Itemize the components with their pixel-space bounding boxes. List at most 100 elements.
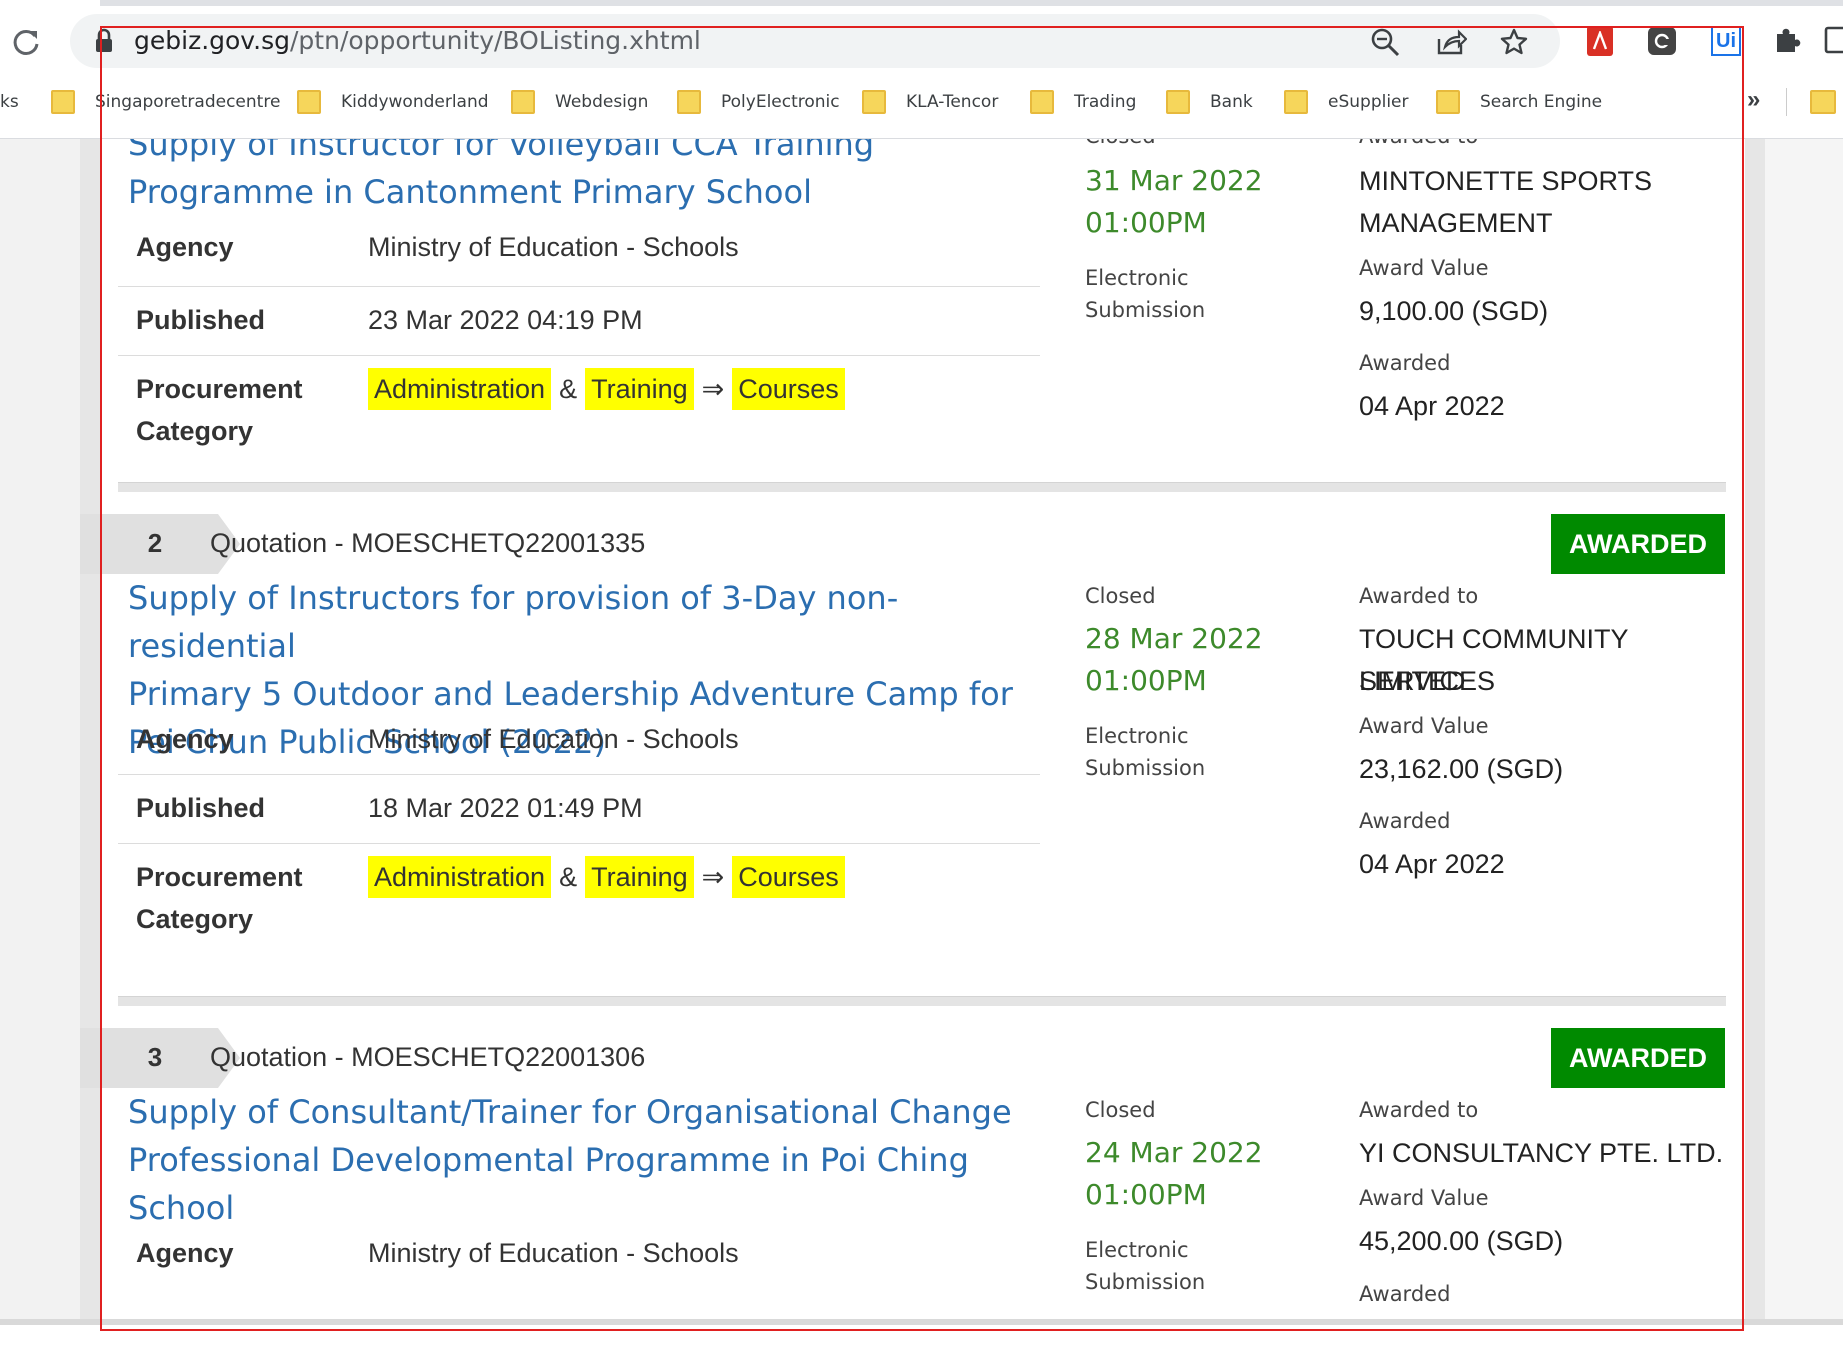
title-line: Supply of Instructor for Volleyball CCA … bbox=[128, 139, 875, 163]
awarded-to-label: Awarded to bbox=[1359, 1098, 1479, 1122]
category-tag[interactable]: Courses bbox=[732, 368, 845, 410]
bookmark-label: KLA-Tencor bbox=[906, 92, 999, 112]
bookmarks-bar: ks Singaporetradecentre Kiddywonderland … bbox=[0, 82, 1843, 122]
bookmark-trading[interactable]: Trading bbox=[1030, 86, 1136, 118]
other-bookmarks-folder-icon[interactable] bbox=[1810, 90, 1836, 114]
category-tag[interactable]: Administration bbox=[368, 856, 552, 898]
category-tag[interactable]: Training bbox=[585, 368, 694, 410]
folder-icon bbox=[51, 90, 75, 114]
address-bar[interactable]: gebiz.gov.sg/ptn/opportunity/BOListing.x… bbox=[70, 14, 1560, 68]
url-path: /ptn/opportunity/BOListing.xhtml bbox=[290, 26, 701, 55]
award-value: 23,162.00 (SGD) bbox=[1359, 754, 1564, 784]
bookmark-kiddywonderland[interactable]: Kiddywonderland bbox=[297, 86, 489, 118]
extensions-button[interactable] bbox=[1770, 22, 1806, 58]
opportunity-title-link[interactable]: Supply of Instructor for Volleyball CCA … bbox=[128, 139, 1038, 216]
zoom-button[interactable] bbox=[1369, 26, 1401, 58]
awarded-to-label: Awarded to bbox=[1359, 139, 1478, 152]
side-panel-icon bbox=[1824, 26, 1843, 54]
bookmark-singaporetradecentre[interactable]: Singaporetradecentre bbox=[51, 86, 280, 118]
awarded-date-label: Awarded bbox=[1359, 1282, 1451, 1306]
clipboard-extension-icon[interactable] bbox=[1648, 27, 1676, 55]
published-row: Published 23 Mar 2022 04:19 PM bbox=[118, 287, 1040, 356]
folder-icon bbox=[297, 90, 321, 114]
agency-row: Agency Ministry of Education - Schools bbox=[118, 706, 1040, 775]
opportunity-title-link[interactable]: Supply of Consultant/Trainer for Organis… bbox=[128, 1088, 1038, 1232]
card-divider bbox=[118, 482, 1726, 492]
published-label: Published bbox=[136, 305, 266, 335]
puzzle-icon bbox=[1777, 28, 1801, 52]
award-value: 45,200.00 (SGD) bbox=[1359, 1226, 1564, 1256]
pdf-glyph-icon bbox=[1592, 31, 1608, 50]
closed-time: 01:00PM bbox=[1085, 664, 1207, 697]
bookmarks-separator bbox=[1786, 88, 1787, 116]
bookmark-star-button[interactable] bbox=[1498, 26, 1530, 58]
share-button[interactable] bbox=[1435, 26, 1467, 58]
closed-time: 01:00PM bbox=[1085, 206, 1207, 239]
side-panel-button[interactable] bbox=[1824, 22, 1843, 58]
procurement-label-line: Procurement bbox=[136, 374, 303, 404]
agency-row: Agency Ministry of Education - Schools bbox=[118, 218, 1040, 287]
bookmark-bank[interactable]: Bank bbox=[1166, 86, 1253, 118]
right-gutter bbox=[1765, 139, 1843, 1325]
url-domain: gebiz.gov.sg bbox=[134, 26, 290, 55]
published-label: Published bbox=[136, 793, 266, 823]
submission-label-line: Submission bbox=[1085, 756, 1206, 780]
agency-value: Ministry of Education - Schools bbox=[368, 724, 739, 754]
procurement-label-line: Procurement bbox=[136, 862, 303, 892]
submission-label-line: Submission bbox=[1085, 1270, 1206, 1294]
folder-icon bbox=[1436, 90, 1460, 114]
bookmark-partial[interactable]: ks bbox=[0, 86, 19, 118]
title-line: Programme in Cantonment Primary School bbox=[128, 173, 812, 211]
category-path: Administration & Training ⇒ Courses bbox=[368, 368, 845, 410]
agency-label: Agency bbox=[136, 1238, 234, 1268]
zoom-icon bbox=[1371, 28, 1400, 57]
bookmark-label: Singaporetradecentre bbox=[95, 92, 281, 112]
folder-icon bbox=[677, 90, 701, 114]
left-border bbox=[80, 139, 100, 1325]
category-tag[interactable]: Courses bbox=[732, 856, 845, 898]
bookmark-label: Search Engine bbox=[1480, 92, 1603, 112]
awarded-to-value: MANAGEMENT bbox=[1359, 208, 1553, 238]
page-content: Supply of Instructor for Volleyball CCA … bbox=[0, 139, 1843, 1325]
lock-icon[interactable] bbox=[94, 28, 114, 54]
folder-icon bbox=[511, 90, 535, 114]
uipath-extension-icon[interactable]: Ui bbox=[1711, 26, 1741, 56]
bookmark-kla-tencor[interactable]: KLA-Tencor bbox=[862, 86, 998, 118]
horizontal-scrollbar[interactable] bbox=[0, 1319, 1843, 1325]
star-icon bbox=[1500, 28, 1528, 55]
awarded-to-value: MINTONETTE SPORTS bbox=[1359, 166, 1653, 196]
awarded-date: 04 Apr 2022 bbox=[1359, 849, 1505, 879]
procurement-label-line: Category bbox=[136, 904, 254, 934]
folder-icon bbox=[862, 90, 886, 114]
category-tag[interactable]: Training bbox=[585, 856, 694, 898]
awarded-to-label: Awarded to bbox=[1359, 584, 1479, 608]
closed-date: 31 Mar 2022 bbox=[1085, 164, 1263, 197]
folder-icon bbox=[1166, 90, 1190, 114]
category-arrow: ⇒ bbox=[701, 374, 725, 404]
submission-label-line: Electronic bbox=[1085, 724, 1189, 748]
category-amp: & bbox=[559, 862, 578, 892]
left-gutter bbox=[0, 139, 80, 1325]
agency-value: Ministry of Education - Schools bbox=[368, 232, 739, 262]
submission-label-line: Electronic bbox=[1085, 266, 1189, 290]
bookmark-esupplier[interactable]: eSupplier bbox=[1284, 86, 1409, 118]
reload-button[interactable] bbox=[6, 22, 46, 62]
bookmark-label: Trading bbox=[1074, 92, 1137, 112]
award-value: 9,100.00 (SGD) bbox=[1359, 296, 1549, 326]
submission-label-line: Electronic bbox=[1085, 1238, 1189, 1262]
bookmark-polyelectronic[interactable]: PolyElectronic bbox=[677, 86, 840, 118]
more-bookmarks-button[interactable]: » bbox=[1747, 86, 1760, 114]
bookmark-webdesign[interactable]: Webdesign bbox=[511, 86, 648, 118]
category-tag[interactable]: Administration bbox=[368, 368, 552, 410]
awarded-date-label: Awarded bbox=[1359, 351, 1451, 375]
pdf-extension-icon[interactable] bbox=[1587, 26, 1613, 56]
share-icon bbox=[1437, 29, 1467, 55]
url-text[interactable]: gebiz.gov.sg/ptn/opportunity/BOListing.x… bbox=[134, 26, 701, 55]
bookmark-label: Kiddywonderland bbox=[341, 92, 489, 112]
award-value-label: Award Value bbox=[1359, 256, 1489, 280]
closed-date: 24 Mar 2022 bbox=[1085, 1136, 1263, 1169]
bookmark-search-engine[interactable]: Search Engine bbox=[1436, 86, 1602, 118]
category-arrow: ⇒ bbox=[701, 862, 725, 892]
agency-row: Agency Ministry of Education - Schools bbox=[118, 1220, 1040, 1289]
bookmark-label: Bank bbox=[1210, 92, 1253, 112]
